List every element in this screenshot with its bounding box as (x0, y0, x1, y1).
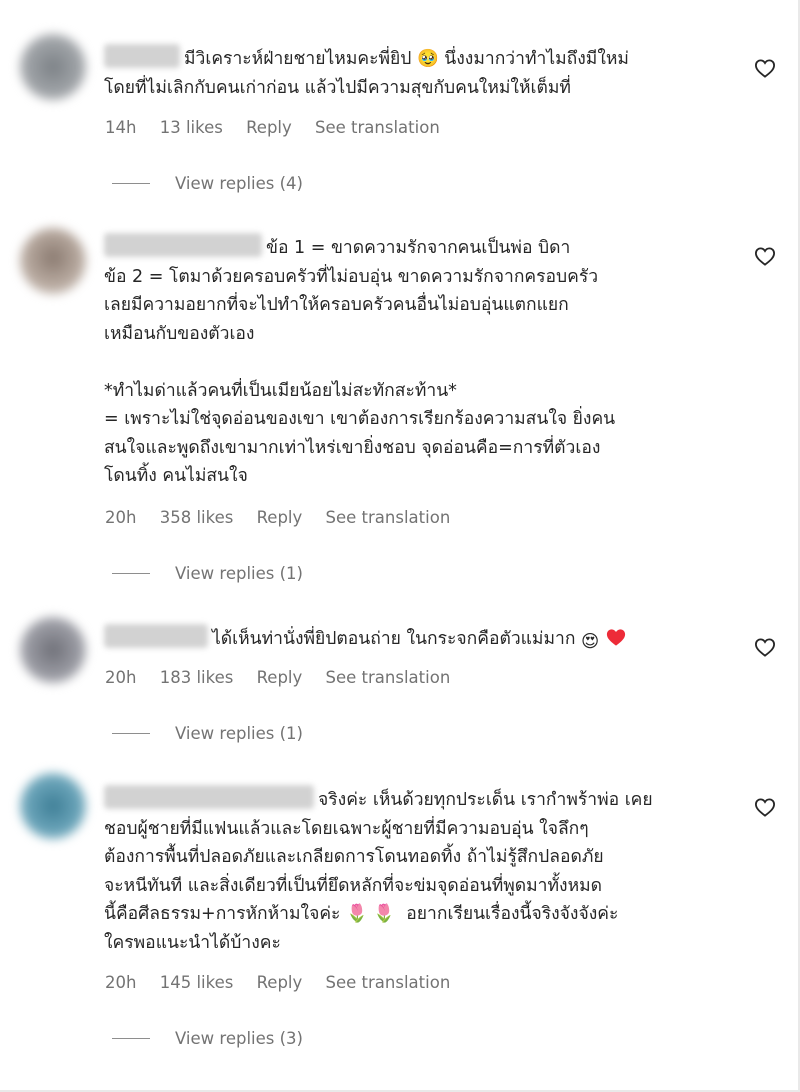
comments-panel: มีวิเคราะห์ฝ่ายชายไหมคะพี่ยิป 🥹 นึ่งงมาก… (0, 0, 800, 1092)
like-count[interactable]: 183 likes (160, 668, 234, 687)
like-count[interactable]: 13 likes (160, 118, 223, 137)
view-replies-button[interactable]: View replies (4) (112, 174, 303, 193)
like-count[interactable]: 358 likes (160, 508, 234, 527)
reply-button[interactable]: Reply (257, 668, 303, 687)
see-translation-button[interactable]: See translation (315, 118, 440, 137)
view-replies-button[interactable]: View replies (1) (112, 724, 303, 743)
like-heart-icon[interactable] (754, 637, 776, 657)
comment-time: 14h (105, 118, 137, 137)
like-count[interactable]: 145 likes (160, 973, 234, 992)
comment-meta: 20h 145 likes Reply See translation (105, 973, 468, 992)
avatar[interactable] (20, 617, 86, 683)
comment-meta: 20h 183 likes Reply See translation (105, 668, 468, 687)
heart-eyes-emoji: 😍 (581, 632, 600, 652)
comment-text: มีวิเคราะห์ฝ่ายชายไหมคะพี่ยิป 🥹 นึ่งงมาก… (104, 44, 744, 102)
view-replies-label: View replies (4) (175, 174, 303, 193)
reply-button[interactable]: Reply (257, 508, 303, 527)
see-translation-button[interactable]: See translation (326, 508, 451, 527)
red-heart-icon (606, 629, 625, 646)
view-replies-label: View replies (1) (175, 724, 303, 743)
avatar[interactable] (20, 773, 86, 839)
replies-divider-line (112, 1038, 150, 1039)
replies-divider-line (112, 573, 150, 574)
comment-meta: 20h 358 likes Reply See translation (105, 508, 468, 527)
comment-text: ข้อ 1 = ขาดความรักจากคนเป็นพ่อ บิดา ข้อ … (104, 233, 744, 491)
replies-divider-line (112, 183, 150, 184)
reply-button[interactable]: Reply (257, 973, 303, 992)
see-translation-button[interactable]: See translation (326, 668, 451, 687)
comment-meta: 14h 13 likes Reply See translation (105, 118, 458, 137)
like-heart-icon[interactable] (754, 797, 776, 817)
reply-button[interactable]: Reply (246, 118, 292, 137)
username-blurred[interactable] (104, 785, 314, 809)
avatar[interactable] (20, 34, 86, 100)
view-replies-button[interactable]: View replies (1) (112, 564, 303, 583)
avatar[interactable] (20, 228, 86, 294)
comment-text: ได้เห็นท่านั่งพี่ยิปตอนถ่าย ในกระจกคือตั… (104, 624, 744, 657)
like-heart-icon[interactable] (754, 246, 776, 266)
comment-time: 20h (105, 973, 137, 992)
view-replies-button[interactable]: View replies (3) (112, 1029, 303, 1048)
username-blurred[interactable] (104, 233, 262, 257)
replies-divider-line (112, 733, 150, 734)
view-replies-label: View replies (3) (175, 1029, 303, 1048)
like-heart-icon[interactable] (754, 58, 776, 78)
view-replies-label: View replies (1) (175, 564, 303, 583)
see-translation-button[interactable]: See translation (326, 973, 451, 992)
comment-time: 20h (105, 668, 137, 687)
comment-time: 20h (105, 508, 137, 527)
username-blurred[interactable] (104, 624, 208, 648)
comment-text: จริงค่ะ เห็นด้วยทุกประเด็น เรากำพร้าพ่อ … (104, 785, 744, 957)
username-blurred[interactable] (104, 44, 180, 68)
